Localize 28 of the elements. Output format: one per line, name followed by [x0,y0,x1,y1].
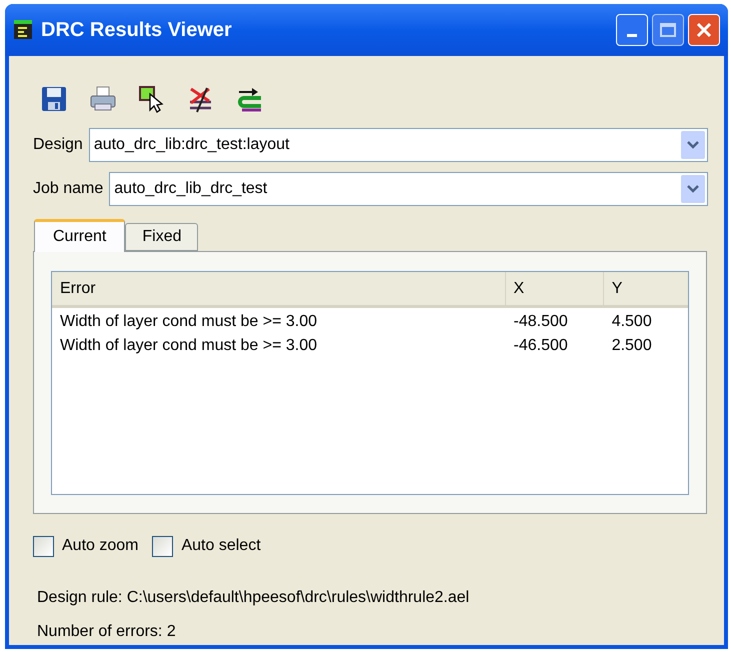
table-cell-text: 4.500 [610,312,653,332]
status-text: Design rule: C:\users\default\hpeesof\drc\rules\widthrule2.ael [37,588,470,608]
checkbox-label[interactable]: Auto select [181,534,261,558]
maximize-button[interactable] [652,14,684,46]
checkbox[interactable] [33,536,54,556]
column-header[interactable]: X [506,272,604,305]
column-header[interactable]: Y [604,272,688,305]
column-header[interactable]: Error [52,272,506,305]
table-cell-text: -48.500 [512,312,569,332]
tab[interactable]: Current [34,219,126,252]
checkbox-label[interactable]: Auto zoom [62,534,138,558]
tab[interactable]: Fixed [125,223,198,251]
job-name-combo-box[interactable]: auto_drc_lib_drc_test [109,172,708,206]
table-cell-text: -46.500 [512,336,569,356]
table-cell-text: 2.500 [610,336,653,356]
table-cell-text: Width of layer cond must be >= 3.00 [59,312,318,332]
status-text: Number of errors: 2 [37,622,177,642]
close-icon [695,21,713,39]
checkbox[interactable] [152,536,174,556]
field-label: Design [33,135,83,155]
close-button[interactable] [688,14,720,46]
minimize-button[interactable] [616,14,648,46]
table-cell-text: Width of layer cond must be >= 3.00 [59,336,318,356]
window-title: DRC Results Viewer [41,18,233,43]
field-label: Job name [33,179,104,199]
app-icon [13,20,33,40]
save-icon[interactable] [39,84,69,114]
design-combo-box[interactable]: auto_drc_lib:drc_test:layout [88,128,708,162]
